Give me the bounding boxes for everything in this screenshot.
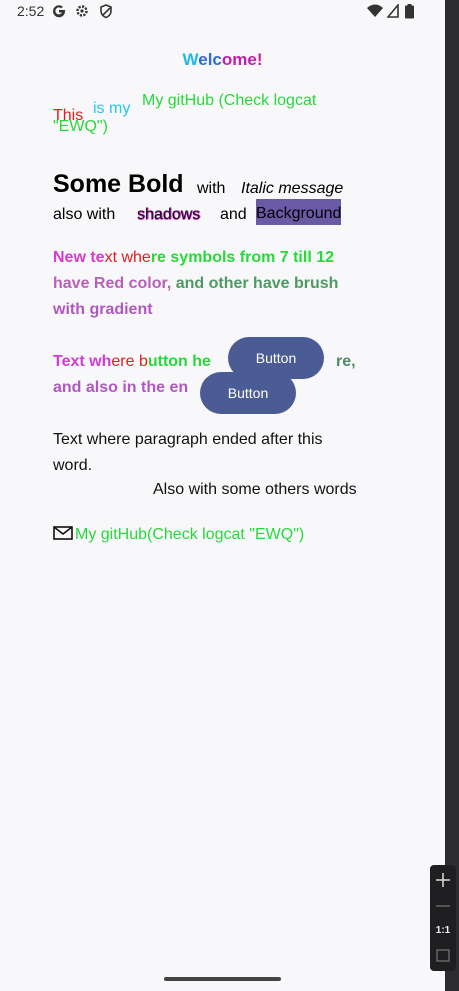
also-with-text: also with — [53, 206, 116, 223]
paragraph-line-indented: Also with some others words — [153, 481, 357, 498]
settings-gear-icon — [76, 5, 88, 17]
overlap-is-my: is my — [93, 100, 131, 117]
inline-button-2[interactable]: Button — [200, 372, 296, 414]
welcome-part: elc — [198, 50, 222, 69]
gradient-segment: Text wh — [53, 353, 112, 370]
github-mail-link[interactable]: My gitHub(Check logcat "EWQ") — [53, 525, 304, 544]
battery-icon — [405, 4, 414, 19]
fit-screen-icon[interactable] — [430, 945, 456, 967]
gradient-paragraph-line: with gradient — [53, 301, 153, 318]
home-indicator[interactable] — [164, 977, 281, 981]
zoom-in-icon[interactable] — [430, 867, 456, 893]
signal-icon — [387, 4, 399, 18]
welcome-title: Welcome! — [0, 50, 445, 70]
zoom-out-icon[interactable] — [430, 893, 456, 919]
paragraph-line: Text where paragraph ended after this — [53, 431, 323, 448]
github-mail-link-text[interactable]: My gitHub(Check logcat "EWQ") — [75, 526, 304, 543]
mail-icon — [53, 526, 73, 540]
paragraph-line: word. — [53, 457, 93, 474]
zoom-ratio[interactable]: 1:1 — [430, 925, 456, 936]
welcome-part: ome! — [221, 50, 263, 69]
gradient-segment: utton he — [147, 353, 211, 370]
red-segment: xt — [104, 249, 122, 266]
overlap-github-link[interactable]: My gitHub (Check logcat — [142, 92, 316, 110]
status-time: 2:52 — [17, 3, 45, 19]
bold-text: Some Bold — [53, 170, 184, 198]
google-g-icon — [53, 5, 66, 18]
overlap-ewq[interactable]: "EWQ") — [53, 118, 108, 136]
emulator-side-strip — [445, 0, 459, 991]
with-text: with — [197, 180, 226, 197]
wifi-icon — [367, 4, 383, 17]
background-highlight-text: Background — [256, 199, 342, 225]
gradient-paragraph-line: New text where symbols from 7 till 12 — [53, 245, 334, 271]
gradient-segment: re symbols from 7 till 12 — [150, 249, 335, 266]
zoom-controls: 1:1 — [430, 865, 456, 971]
shadows-text: shadows — [137, 206, 201, 223]
button-paragraph-line: Text where button he — [53, 349, 211, 375]
gradient-segment: and other have brush — [175, 275, 339, 292]
button-paragraph-line: and also in the en — [53, 379, 189, 396]
red-segment: ere b — [111, 353, 148, 370]
italic-text: Italic message — [241, 180, 344, 197]
welcome-part: W — [182, 50, 199, 69]
button-paragraph-tail: re, — [336, 353, 356, 370]
red-segment: whe — [121, 249, 151, 266]
gradient-segment: New te — [53, 249, 105, 266]
shield-icon — [100, 4, 112, 19]
and-text: and — [220, 206, 247, 223]
gradient-segment: have Red color, — [53, 275, 176, 292]
gradient-paragraph-line: have Red color, and other have brush — [53, 271, 338, 297]
